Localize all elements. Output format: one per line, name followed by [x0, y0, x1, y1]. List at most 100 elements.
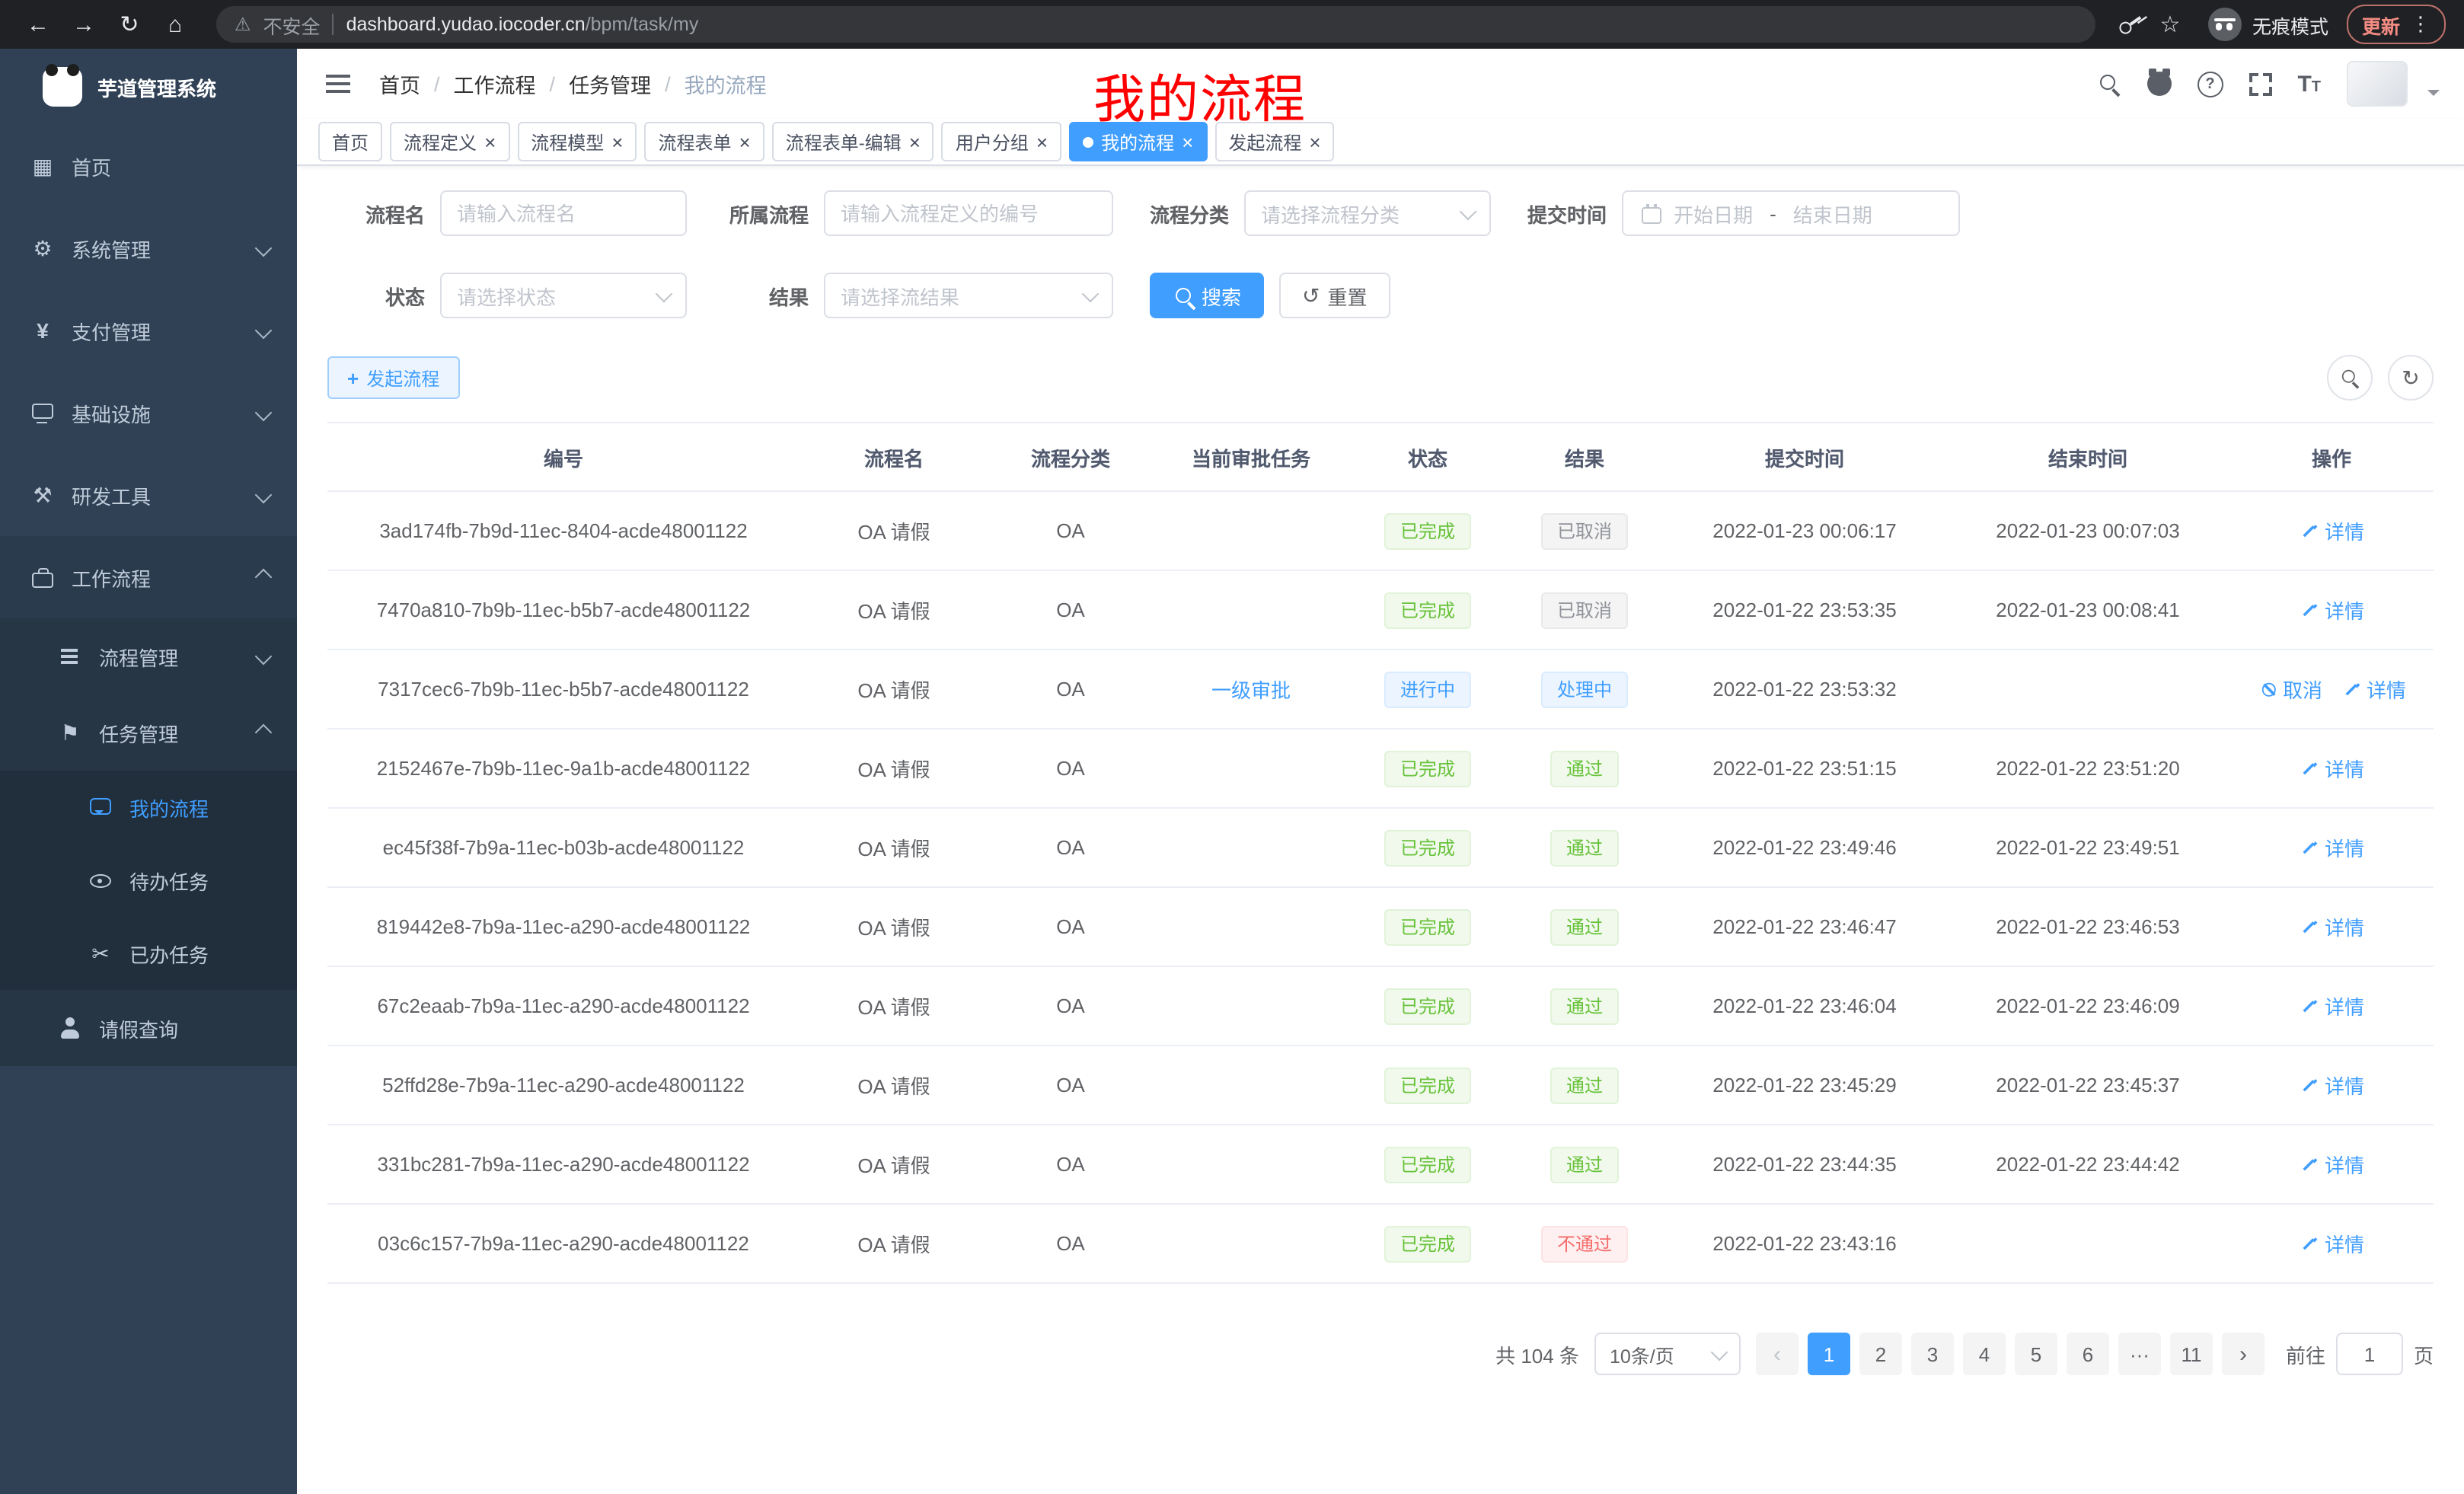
- edit-icon: [2300, 600, 2319, 619]
- tab-user-group[interactable]: 用户分组×: [942, 122, 1061, 161]
- sidebar-item-process-management[interactable]: 流程管理: [0, 618, 297, 694]
- tab-label: 流程表单: [658, 129, 731, 155]
- close-icon[interactable]: ×: [1182, 132, 1193, 152]
- github-icon[interactable]: [2146, 72, 2171, 96]
- url-text: dashboard.yudao.iocoder.cn/bpm/task/my: [346, 14, 699, 35]
- page-button-2[interactable]: 2: [1859, 1333, 1902, 1375]
- detail-link[interactable]: 详情: [2299, 991, 2364, 1020]
- address-bar[interactable]: ⚠ 不安全 dashboard.yudao.iocoder.cn/bpm/tas…: [216, 6, 2095, 43]
- prev-page-button[interactable]: ‹: [1756, 1333, 1799, 1375]
- toggle-search-button[interactable]: [2327, 355, 2373, 401]
- result-tag: 处理中: [1542, 671, 1627, 707]
- detail-link[interactable]: 详情: [2299, 1150, 2364, 1179]
- sidebar-item-workflow[interactable]: 工作流程: [0, 536, 297, 618]
- profile-chip[interactable]: 无痕模式: [2208, 8, 2328, 41]
- start-process-button[interactable]: + 发起流程: [327, 356, 459, 399]
- key-icon[interactable]: [2111, 5, 2150, 43]
- forward-icon[interactable]: →: [64, 5, 104, 44]
- detail-link[interactable]: 详情: [2299, 754, 2364, 783]
- bookmark-star-icon[interactable]: ☆: [2150, 5, 2190, 44]
- result-select[interactable]: 请选择流结果: [824, 273, 1113, 318]
- close-icon[interactable]: ×: [739, 132, 751, 152]
- chat-icon: [88, 795, 113, 819]
- hamburger-icon[interactable]: [321, 67, 355, 101]
- sidebar-item-my-process[interactable]: 我的流程: [0, 771, 297, 844]
- start-date-placeholder: 开始日期: [1674, 199, 1753, 228]
- close-icon[interactable]: ×: [484, 132, 496, 152]
- logo-row[interactable]: 芋道管理系统: [0, 49, 297, 125]
- cancel-link[interactable]: 取消: [2257, 675, 2322, 704]
- current-task-cell: 一级审批: [1153, 650, 1349, 729]
- tags-view: 首页流程定义×流程模型×流程表单×流程表单-编辑×用户分组×我的流程×发起流程×: [297, 119, 2464, 166]
- detail-link[interactable]: 详情: [2299, 833, 2364, 862]
- sidebar-item-infrastructure[interactable]: 基础设施: [0, 372, 297, 454]
- category-select[interactable]: 请选择流程分类: [1244, 190, 1491, 236]
- column-header: 提交时间: [1663, 423, 1946, 491]
- next-page-button[interactable]: ›: [2222, 1333, 2265, 1375]
- search-icon[interactable]: [2096, 72, 2121, 96]
- back-icon[interactable]: ←: [18, 5, 58, 44]
- close-icon[interactable]: ×: [1309, 132, 1320, 152]
- sidebar-item-todo-task[interactable]: 待办任务: [0, 844, 297, 917]
- sidebar-item-done-task[interactable]: 已办任务: [0, 917, 297, 990]
- reset-button[interactable]: ↺ 重置: [1279, 273, 1390, 318]
- sidebar-item-payment-management[interactable]: 支付管理: [0, 289, 297, 372]
- sidebar-item-label: 我的流程: [129, 793, 209, 822]
- user-avatar[interactable]: [2347, 61, 2408, 107]
- page-button-6[interactable]: 6: [2067, 1333, 2109, 1375]
- process-name-input[interactable]: [440, 190, 687, 236]
- help-icon[interactable]: ?: [2197, 71, 2223, 97]
- sidebar-item-leave-query[interactable]: 请假查询: [0, 990, 297, 1066]
- sidebar-item-system-management[interactable]: 系统管理: [0, 207, 297, 289]
- sidebar-item-home[interactable]: 首页: [0, 125, 297, 207]
- search-button[interactable]: 搜索: [1150, 273, 1264, 318]
- close-icon[interactable]: ×: [909, 132, 921, 152]
- status-tag: 已完成: [1385, 829, 1470, 866]
- chevron-up-icon: [255, 569, 273, 586]
- submit-time-range-picker[interactable]: 开始日期 - 结束日期: [1622, 190, 1960, 236]
- tab-home[interactable]: 首页: [318, 122, 382, 161]
- breadcrumb-item[interactable]: 首页: [379, 69, 420, 99]
- table-row: 819442e8-7b9a-11ec-a290-acde48001122OA 请…: [327, 887, 2434, 966]
- page-ellipsis[interactable]: ···: [2118, 1333, 2161, 1375]
- detail-link[interactable]: 详情: [2299, 912, 2364, 941]
- detail-link[interactable]: 详情: [2299, 595, 2364, 624]
- current-task-link[interactable]: 一级审批: [1211, 675, 1291, 704]
- detail-link[interactable]: 详情: [2341, 675, 2406, 704]
- update-button[interactable]: 更新 ⋮: [2347, 5, 2446, 44]
- page-button-11[interactable]: 11: [2170, 1333, 2213, 1375]
- menu-dots-icon[interactable]: ⋮: [2411, 12, 2430, 37]
- toolbox-icon: [30, 483, 55, 507]
- font-size-icon[interactable]: TT: [2297, 72, 2321, 95]
- refresh-table-button[interactable]: ↻: [2388, 355, 2434, 401]
- breadcrumb-item[interactable]: 任务管理: [569, 69, 651, 99]
- close-icon[interactable]: ×: [1036, 132, 1048, 152]
- sidebar-item-label: 任务管理: [99, 718, 178, 747]
- sidebar-item-task-management[interactable]: 任务管理: [0, 694, 297, 771]
- sidebar-item-dev-tools[interactable]: 研发工具: [0, 454, 297, 536]
- detail-link[interactable]: 详情: [2299, 516, 2364, 545]
- parent-process-input[interactable]: [824, 190, 1113, 236]
- breadcrumb-item[interactable]: 工作流程: [454, 69, 536, 99]
- chevron-down-icon: [255, 487, 273, 504]
- detail-link[interactable]: 详情: [2299, 1071, 2364, 1100]
- tab-process-model[interactable]: 流程模型×: [517, 122, 637, 161]
- browser-home-icon[interactable]: ⌂: [155, 5, 195, 44]
- detail-link[interactable]: 详情: [2299, 1229, 2364, 1258]
- fullscreen-icon[interactable]: [2249, 72, 2271, 95]
- tab-process-definition[interactable]: 流程定义×: [390, 122, 509, 161]
- tab-process-form-edit[interactable]: 流程表单-编辑×: [772, 122, 934, 161]
- close-icon[interactable]: ×: [611, 132, 623, 152]
- page-button-4[interactable]: 4: [1963, 1333, 2006, 1375]
- goto-page-input[interactable]: [2336, 1333, 2403, 1375]
- process-id-cell: 2152467e-7b9b-11ec-9a1b-acde48001122: [327, 729, 800, 808]
- tab-process-form[interactable]: 流程表单 ×: [644, 122, 764, 161]
- page-button-1[interactable]: 1: [1808, 1333, 1850, 1375]
- page-button-3[interactable]: 3: [1911, 1333, 1954, 1375]
- status-select[interactable]: 请选择状态: [440, 273, 687, 318]
- page-size-select[interactable]: 10条/页: [1594, 1333, 1741, 1375]
- status-cell: 已完成: [1349, 1125, 1506, 1204]
- page-button-5[interactable]: 5: [2015, 1333, 2057, 1375]
- end-time-cell: [1946, 650, 2229, 729]
- reload-icon[interactable]: ↻: [110, 5, 149, 44]
